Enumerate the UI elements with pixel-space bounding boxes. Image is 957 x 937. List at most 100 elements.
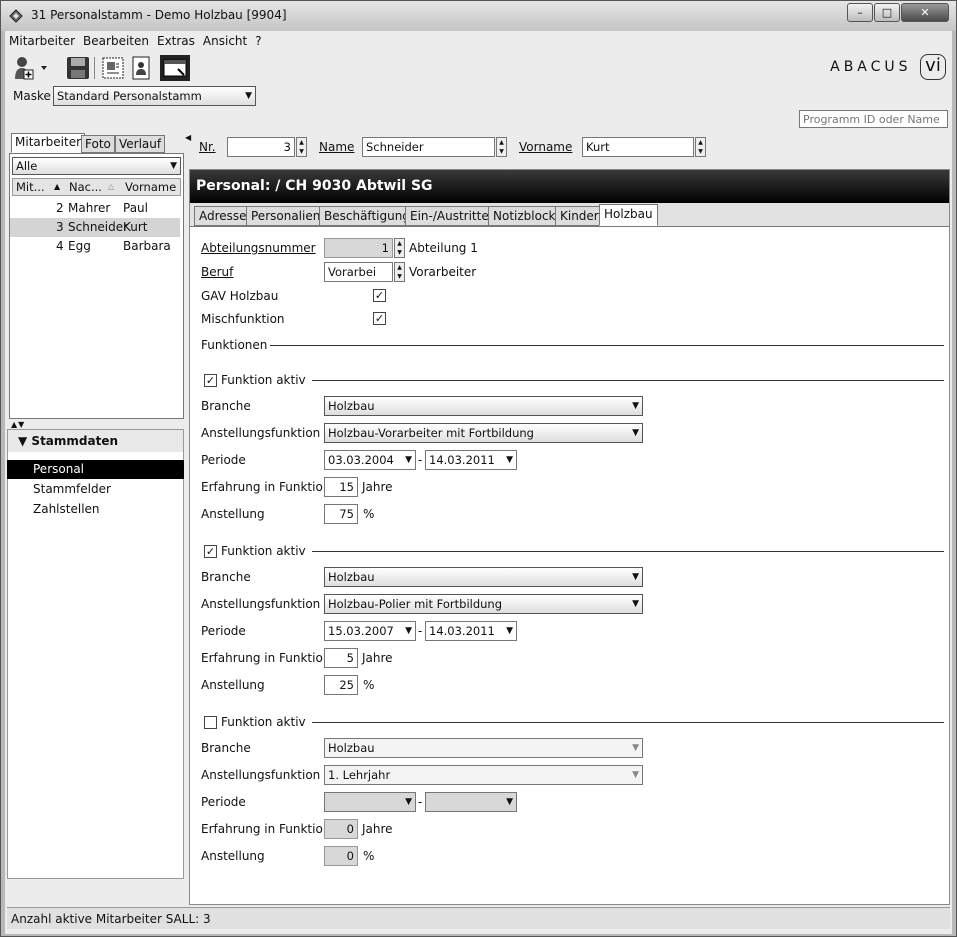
menu-extras[interactable]: Extras bbox=[153, 31, 199, 48]
funktion-2-erfahrung-field[interactable]: 5 bbox=[324, 648, 358, 668]
tab-adresse[interactable]: Adresse bbox=[194, 206, 252, 226]
funktion-3-von-date[interactable]: ▼ bbox=[324, 792, 416, 812]
tab-ein-austritte[interactable]: Ein-/Austritte bbox=[405, 206, 494, 226]
funktion-2-jahre-unit: Jahre bbox=[362, 651, 393, 665]
maximize-button[interactable]: □ bbox=[874, 3, 900, 22]
misch-checkbox[interactable]: ✓ bbox=[373, 312, 386, 325]
nr-field[interactable]: 3 bbox=[227, 137, 295, 157]
col-header-nr[interactable]: Mit... bbox=[16, 179, 45, 195]
sort-icon: △ bbox=[108, 182, 115, 191]
beruf-spinner[interactable]: ▲ ▼ bbox=[394, 262, 405, 282]
tab-mitarbeiter[interactable]: Mitarbeiter bbox=[11, 133, 86, 153]
funktion-2-aktiv-checkbox[interactable]: ✓ bbox=[204, 545, 217, 558]
funktion-1-von-date[interactable]: 03.03.2004 ▼ bbox=[324, 450, 416, 470]
funktion-2-anstellung-field[interactable]: 25 bbox=[324, 675, 358, 695]
chevron-down-icon: ▼ bbox=[405, 455, 412, 465]
menu-mitarbeiter[interactable]: Mitarbeiter bbox=[5, 31, 79, 48]
menu-ansicht[interactable]: Ansicht bbox=[199, 31, 251, 48]
row-name: Egg bbox=[68, 239, 91, 253]
funktion-2-anstellungsfunktion-value: Holzbau-Polier mit Fortbildung bbox=[328, 597, 503, 611]
print-button[interactable] bbox=[129, 55, 155, 81]
table-row[interactable]: 4 Egg Barbara bbox=[10, 237, 180, 256]
funktion-1-erfahrung-field[interactable]: 15 bbox=[324, 477, 358, 497]
row-vorname: Barbara bbox=[123, 239, 171, 253]
new-employee-button[interactable] bbox=[13, 55, 53, 81]
funktion-2-anstellungsfunktion-select[interactable]: Holzbau-Polier mit Fortbildung ▼ bbox=[324, 594, 643, 614]
funktion-3-anstellung-field[interactable]: 0 bbox=[324, 846, 358, 866]
maske-value: Standard Personalstamm bbox=[57, 89, 202, 103]
nr-spinner[interactable]: ▲ ▼ bbox=[296, 137, 307, 157]
funktion-3-aktiv-label: Funktion aktiv bbox=[221, 715, 306, 729]
chevron-down-icon: ▼ bbox=[506, 626, 513, 636]
table-header: Mit... ▲ Nac... △ Vorname bbox=[12, 178, 181, 196]
table-row-selected[interactable]: 3 Schneider Kurt bbox=[10, 218, 180, 237]
tab-notizblock[interactable]: Notizblock bbox=[488, 206, 561, 226]
name-field[interactable]: Schneider bbox=[362, 137, 495, 157]
vorname-spinner[interactable]: ▲ ▼ bbox=[695, 137, 706, 157]
collapse-left-icon[interactable]: ◀ bbox=[185, 133, 191, 142]
checkmark-icon: ✓ bbox=[374, 289, 385, 302]
window-icon bbox=[163, 59, 187, 77]
row-vorname: Paul bbox=[123, 201, 148, 215]
name-spinner[interactable]: ▲ ▼ bbox=[496, 137, 507, 157]
funktion-1-bis-date[interactable]: 14.03.2011 ▼ bbox=[425, 450, 517, 470]
funktion-2-branche-value: Holzbau bbox=[328, 570, 375, 584]
maske-select[interactable]: Standard Personalstamm ▼ bbox=[53, 86, 256, 106]
funktion-1-anstellungsfunktion-label: Anstellungsfunktion bbox=[201, 426, 321, 440]
document-person-icon bbox=[132, 56, 150, 80]
menu-help[interactable]: ? bbox=[251, 31, 265, 48]
funktion-1-bis-value: 14.03.2011 bbox=[429, 453, 495, 467]
funktion-1-divider bbox=[312, 380, 944, 381]
table-row[interactable]: 2 Mahrer Paul bbox=[10, 199, 180, 218]
vorname-field[interactable]: Kurt bbox=[582, 137, 694, 157]
abteilung-spinner[interactable]: ▲ ▼ bbox=[394, 238, 405, 258]
tab-kinder[interactable]: Kinder bbox=[555, 206, 604, 226]
tab-beschaeftigung[interactable]: Beschäftigung bbox=[319, 206, 415, 226]
splitter-arrows-icon[interactable]: ▲▼ bbox=[11, 420, 25, 429]
funktion-3-anstellungsfunktion-select[interactable]: 1. Lehrjahr ▼ bbox=[324, 765, 643, 785]
floppy-disk-icon bbox=[67, 57, 89, 79]
nav-item-personal[interactable]: Personal bbox=[7, 460, 184, 479]
tab-personalien[interactable]: Personalien bbox=[246, 206, 326, 226]
tab-holzbau[interactable]: Holzbau bbox=[599, 204, 658, 226]
program-search-input[interactable] bbox=[799, 110, 948, 128]
beruf-field[interactable]: Vorarbei bbox=[324, 262, 393, 282]
tab-verlauf[interactable]: Verlauf bbox=[115, 135, 166, 153]
funktion-2-bis-date[interactable]: 14.03.2011 ▼ bbox=[425, 621, 517, 641]
nr-label: Nr. bbox=[199, 140, 216, 154]
close-button[interactable]: ✕ bbox=[901, 3, 949, 22]
funktion-1-anstellungsfunktion-select[interactable]: Holzbau-Vorarbeiter mit Fortbildung ▼ bbox=[324, 423, 643, 443]
gav-checkbox[interactable]: ✓ bbox=[373, 289, 386, 302]
save-button[interactable] bbox=[65, 55, 91, 81]
preview-button[interactable] bbox=[100, 55, 126, 81]
col-header-name[interactable]: Nac... bbox=[69, 179, 102, 195]
filter-select[interactable]: Alle ▼ bbox=[12, 157, 181, 175]
row-nr: 2 bbox=[56, 201, 64, 215]
funktion-3-aktiv-checkbox[interactable] bbox=[204, 716, 217, 729]
funktion-1-branche-select[interactable]: Holzbau ▼ bbox=[324, 396, 643, 416]
chevron-down-icon: ▼ bbox=[632, 428, 639, 438]
abteilung-label: Abteilungsnummer bbox=[201, 241, 316, 255]
funktion-1-anstellung-field[interactable]: 75 bbox=[324, 504, 358, 524]
nav-item-stammfelder[interactable]: Stammfelder bbox=[7, 480, 184, 499]
col-header-vorname[interactable]: Vorname bbox=[125, 179, 176, 195]
funktion-2-von-date[interactable]: 15.03.2007 ▼ bbox=[324, 621, 416, 641]
window-button[interactable] bbox=[160, 55, 190, 81]
funktion-3-erfahrung-field[interactable]: 0 bbox=[324, 819, 358, 839]
minimize-button[interactable]: – bbox=[847, 3, 873, 22]
nav-section-stammdaten[interactable]: ▼ Stammdaten bbox=[8, 430, 183, 452]
chevron-down-icon: ▼ bbox=[170, 161, 177, 171]
funktion-2-branche-select[interactable]: Holzbau ▼ bbox=[324, 567, 643, 587]
toolbar-separator bbox=[94, 57, 95, 79]
beruf-label: Beruf bbox=[201, 265, 234, 279]
menu-bearbeiten[interactable]: Bearbeiten bbox=[79, 31, 153, 48]
funktion-3-bis-date[interactable]: ▼ bbox=[425, 792, 517, 812]
tab-foto[interactable]: Foto bbox=[81, 135, 115, 153]
chevron-down-icon: ▼ bbox=[632, 743, 639, 753]
nav-item-zahlstellen[interactable]: Zahlstellen bbox=[7, 500, 184, 519]
funktion-1-aktiv-checkbox[interactable]: ✓ bbox=[204, 374, 217, 387]
funktion-2-von-value: 15.03.2007 bbox=[328, 624, 394, 638]
funktion-3-branche-select[interactable]: Holzbau ▼ bbox=[324, 738, 643, 758]
chevron-down-icon: ▼ bbox=[506, 455, 513, 465]
abteilung-field[interactable]: 1 bbox=[324, 238, 393, 258]
